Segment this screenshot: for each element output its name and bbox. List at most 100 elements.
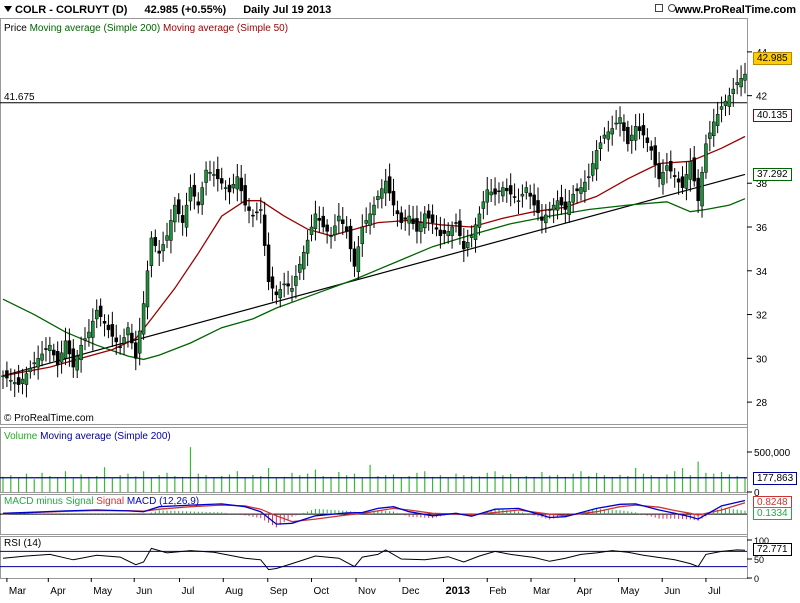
candle[interactable]	[40, 353, 44, 361]
candle[interactable]	[173, 204, 177, 223]
candle[interactable]	[9, 379, 13, 382]
candle[interactable]	[344, 226, 349, 232]
candle[interactable]	[208, 172, 212, 174]
legend-ma200[interactable]: Moving average (Simple 200)	[30, 23, 161, 34]
candle[interactable]	[126, 327, 130, 336]
candle[interactable]	[735, 82, 739, 86]
candle[interactable]	[184, 204, 189, 228]
candle[interactable]	[614, 122, 618, 125]
candle[interactable]	[145, 270, 150, 308]
candle[interactable]	[407, 215, 411, 224]
candle[interactable]	[731, 88, 736, 94]
candle[interactable]	[587, 176, 591, 178]
candle[interactable]	[313, 213, 318, 230]
rsi-legend[interactable]: RSI (14)	[4, 538, 41, 549]
candle[interactable]	[715, 114, 720, 126]
candle[interactable]	[5, 370, 9, 379]
candle[interactable]	[75, 355, 79, 371]
candle[interactable]	[149, 237, 154, 266]
candle[interactable]	[200, 187, 204, 205]
candle[interactable]	[348, 225, 353, 250]
candle[interactable]	[180, 215, 185, 223]
candle[interactable]	[12, 382, 17, 385]
candle[interactable]	[32, 362, 36, 365]
candle[interactable]	[583, 181, 587, 192]
candle[interactable]	[649, 146, 654, 151]
candle[interactable]	[403, 217, 407, 220]
candle[interactable]	[298, 263, 302, 273]
candle[interactable]	[708, 132, 712, 139]
candle[interactable]	[520, 193, 525, 197]
candle[interactable]	[270, 276, 275, 289]
candle[interactable]	[59, 352, 64, 363]
candle[interactable]	[594, 150, 599, 170]
candle[interactable]	[419, 222, 423, 232]
candle[interactable]	[672, 175, 677, 177]
candle[interactable]	[387, 176, 392, 194]
candle[interactable]	[723, 100, 728, 106]
candle[interactable]	[309, 226, 314, 235]
candle[interactable]	[286, 283, 290, 287]
candle[interactable]	[391, 190, 396, 206]
volume-panel[interactable]: 500,0000	[0, 447, 791, 499]
candle[interactable]	[450, 226, 454, 236]
candle[interactable]	[512, 196, 517, 198]
candle[interactable]	[91, 320, 95, 338]
candle[interactable]	[380, 188, 384, 199]
candle[interactable]	[497, 190, 501, 193]
candle[interactable]	[727, 95, 732, 107]
candle[interactable]	[637, 126, 642, 131]
candle[interactable]	[629, 134, 634, 141]
candle[interactable]	[376, 196, 380, 200]
candle[interactable]	[63, 340, 68, 359]
candle[interactable]	[134, 342, 138, 359]
candle[interactable]	[94, 309, 99, 320]
candle[interactable]	[743, 73, 747, 81]
candle[interactable]	[239, 177, 243, 192]
candle[interactable]	[212, 174, 216, 176]
candle[interactable]	[442, 230, 447, 234]
candle[interactable]	[317, 218, 322, 221]
candle[interactable]	[626, 126, 630, 145]
candle[interactable]	[204, 169, 208, 183]
candle[interactable]	[657, 163, 661, 180]
candle[interactable]	[333, 225, 337, 236]
candle[interactable]	[28, 367, 33, 372]
candle[interactable]	[48, 344, 52, 351]
candle[interactable]	[301, 251, 306, 270]
candle[interactable]	[481, 201, 486, 209]
candle[interactable]	[231, 184, 236, 189]
candle[interactable]	[688, 161, 693, 180]
candle[interactable]	[98, 305, 103, 317]
candle[interactable]	[219, 178, 224, 184]
candle[interactable]	[141, 303, 146, 335]
candle[interactable]	[540, 216, 544, 221]
candle[interactable]	[114, 337, 119, 343]
candle[interactable]	[356, 246, 361, 272]
candle[interactable]	[618, 117, 622, 124]
candle[interactable]	[83, 338, 87, 341]
candle[interactable]	[247, 206, 251, 211]
candle[interactable]	[243, 185, 247, 206]
header-arrow-icon[interactable]	[4, 6, 12, 12]
candle[interactable]	[485, 189, 490, 203]
candle[interactable]	[383, 180, 388, 194]
candle[interactable]	[258, 209, 263, 211]
candle[interactable]	[79, 344, 83, 360]
candle[interactable]	[294, 276, 298, 286]
candle[interactable]	[36, 358, 40, 368]
candle[interactable]	[67, 340, 72, 355]
candle[interactable]	[739, 78, 743, 88]
candle[interactable]	[462, 240, 466, 250]
candle[interactable]	[551, 204, 556, 211]
candle[interactable]	[137, 330, 142, 354]
candle[interactable]	[590, 163, 595, 176]
candle[interactable]	[665, 165, 669, 171]
candle[interactable]	[102, 321, 107, 324]
candle[interactable]	[446, 231, 450, 237]
candle[interactable]	[157, 250, 161, 254]
candle[interactable]	[305, 239, 310, 254]
candle[interactable]	[278, 289, 283, 299]
candle[interactable]	[473, 224, 478, 240]
candle[interactable]	[532, 194, 536, 206]
